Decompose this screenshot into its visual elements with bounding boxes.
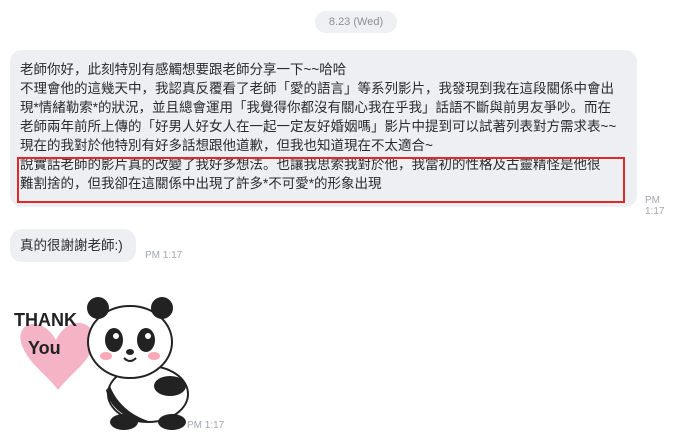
message-line: 不理會他的這幾天中，我認真反覆看了老師「愛的語言」等系列影片，我發現到我在這段關… [20, 81, 614, 96]
message-line: 現在的我對於他特別有好多話想跟他道歉，但我也知道現在不太適合~ [20, 138, 433, 153]
highlight-annotation [17, 157, 625, 203]
sticker-text-you: You [28, 338, 61, 358]
message-line: 老師兩年前所上傳的「好男人好女人在一起一定友好婚姻嗎」影片中提到可以試著列表對方… [20, 119, 617, 134]
message-line: 現*情緒勒索*的狀況，並且總會運用「我覺得你都沒有關心我在乎我」話語不斷與前男友… [20, 100, 612, 115]
message-timestamp: PM 1:17 [187, 420, 225, 431]
message-timestamp: PM 1:17 [145, 250, 183, 261]
date-separator: 8.23 (Wed) [315, 11, 397, 33]
sticker-text-thank: THANK [14, 310, 77, 330]
panda-sticker-graphic: THANK You [14, 297, 189, 430]
message-line: 老師你好，此刻特別有感觸想要跟老師分享一下~~哈哈 [20, 62, 347, 77]
message-bubble[interactable]: 真的很謝謝老師:) [10, 229, 136, 262]
message-timestamp: PM 1:17 [645, 195, 665, 217]
thank-you-panda-sticker[interactable]: THANK You [10, 282, 200, 432]
